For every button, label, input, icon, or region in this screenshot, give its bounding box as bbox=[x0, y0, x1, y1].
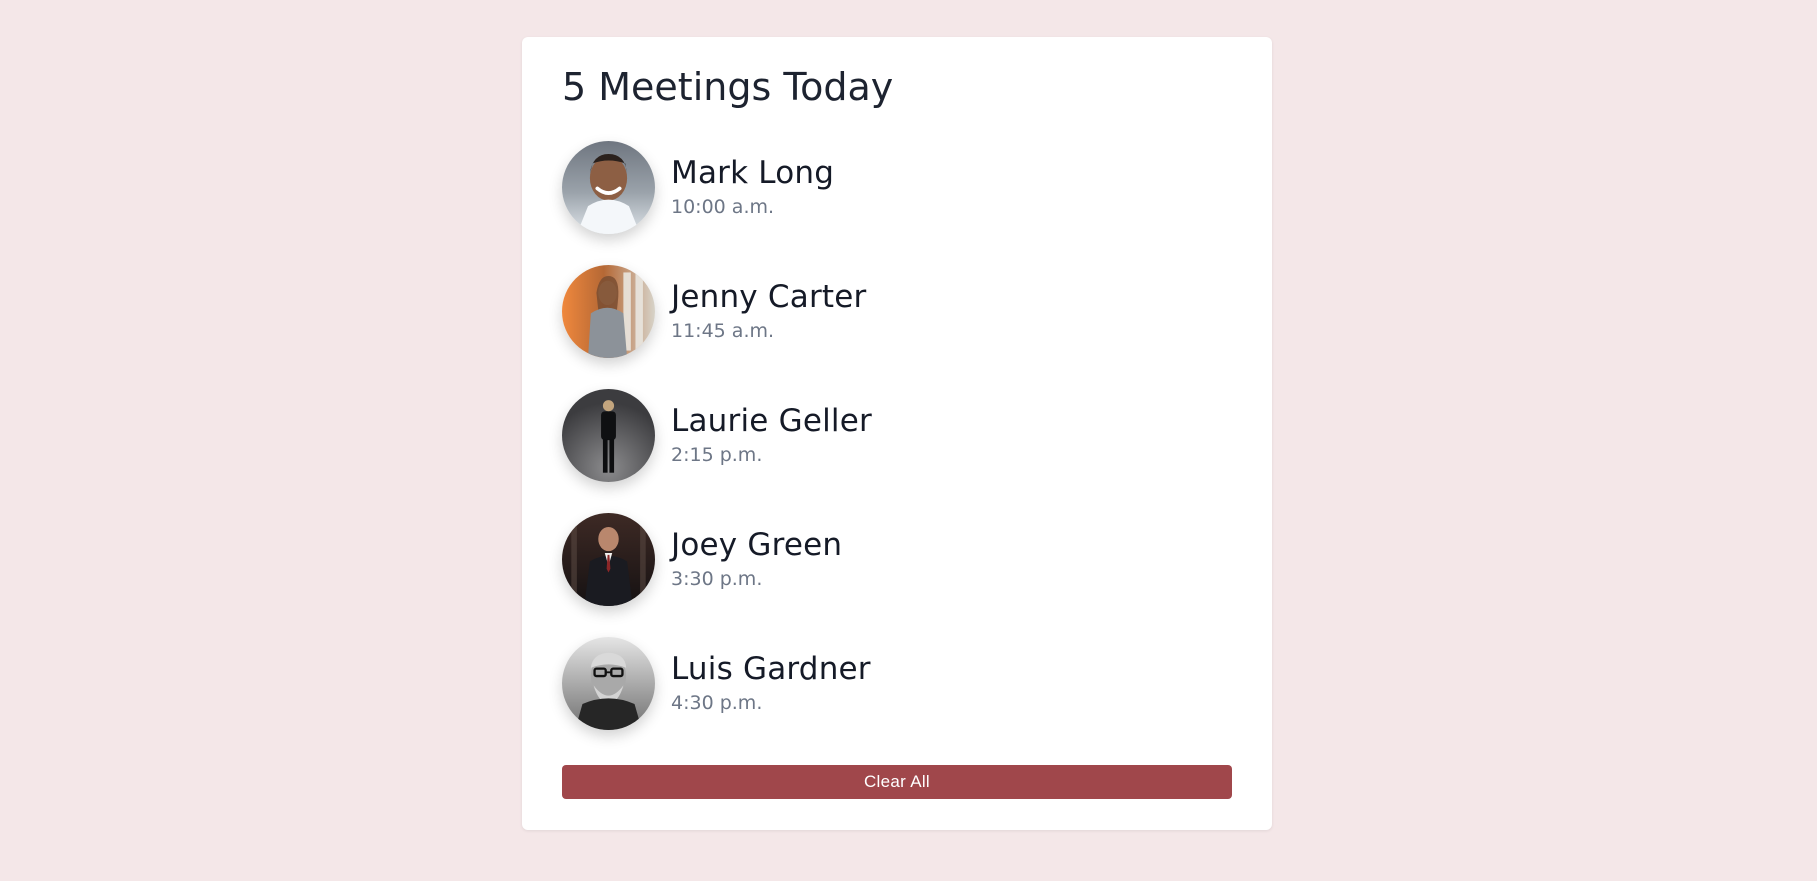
avatar-photo-icon bbox=[562, 264, 655, 358]
card-title: 5 Meetings Today bbox=[562, 65, 894, 109]
meeting-item[interactable]: Laurie Geller 2:15 p.m. bbox=[562, 388, 1232, 482]
clear-all-button[interactable]: Clear All bbox=[562, 765, 1232, 799]
meeting-meta: Luis Gardner 4:30 p.m. bbox=[671, 650, 871, 714]
meeting-list: Mark Long 10:00 a.m. Jenny Carter 11:45 … bbox=[562, 140, 1232, 730]
avatar-photo-icon bbox=[562, 636, 655, 730]
person-name: Laurie Geller bbox=[671, 402, 872, 439]
avatar-photo-icon bbox=[562, 388, 655, 482]
person-name: Joey Green bbox=[671, 526, 843, 563]
avatar bbox=[562, 264, 655, 358]
avatar-photo-icon bbox=[562, 140, 655, 234]
meeting-meta: Mark Long 10:00 a.m. bbox=[671, 154, 835, 218]
avatar bbox=[562, 512, 655, 606]
avatar-photo-icon bbox=[562, 512, 655, 606]
meeting-meta: Laurie Geller 2:15 p.m. bbox=[671, 402, 872, 466]
meeting-time: 11:45 a.m. bbox=[671, 319, 775, 342]
meeting-item[interactable]: Joey Green 3:30 p.m. bbox=[562, 512, 1232, 606]
meeting-meta: Jenny Carter 11:45 a.m. bbox=[671, 278, 867, 342]
avatar bbox=[562, 388, 655, 482]
meeting-time: 3:30 p.m. bbox=[671, 567, 763, 590]
meeting-item[interactable]: Mark Long 10:00 a.m. bbox=[562, 140, 1232, 234]
person-name: Mark Long bbox=[671, 154, 835, 191]
meeting-item[interactable]: Luis Gardner 4:30 p.m. bbox=[562, 636, 1232, 730]
meeting-time: 10:00 a.m. bbox=[671, 195, 775, 218]
meeting-meta: Joey Green 3:30 p.m. bbox=[671, 526, 843, 590]
person-name: Luis Gardner bbox=[671, 650, 871, 687]
meeting-item[interactable]: Jenny Carter 11:45 a.m. bbox=[562, 264, 1232, 358]
meeting-time: 2:15 p.m. bbox=[671, 443, 763, 466]
meetings-card: 5 Meetings Today Mark Long 10:00 a.m. Je… bbox=[522, 37, 1272, 830]
avatar bbox=[562, 636, 655, 730]
meeting-time: 4:30 p.m. bbox=[671, 691, 763, 714]
avatar bbox=[562, 140, 655, 234]
person-name: Jenny Carter bbox=[671, 278, 867, 315]
